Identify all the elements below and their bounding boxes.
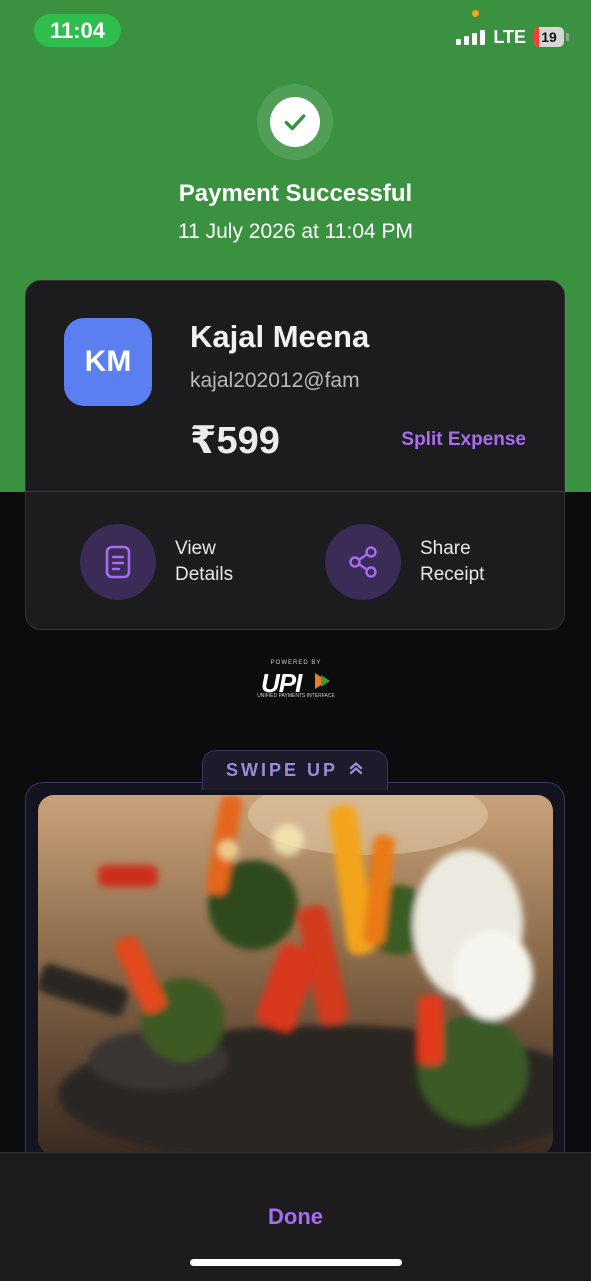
chevrons-up-icon (348, 760, 364, 781)
battery-level: 19 (541, 29, 557, 45)
battery-icon: 19 (534, 27, 564, 47)
payee-name: Kajal Meena (190, 319, 370, 354)
card-divider (26, 491, 564, 492)
split-expense-button[interactable]: Split Expense (401, 429, 526, 451)
promo-video[interactable] (38, 795, 553, 1155)
check-icon (270, 97, 320, 147)
home-indicator[interactable] (190, 1259, 402, 1266)
payment-card: KM Kajal Meena kajal202012@fam ₹599 Spli… (25, 280, 565, 630)
privacy-indicator-dot (472, 10, 479, 17)
share-icon (325, 524, 401, 600)
upi-tagline: UNIFIED PAYMENTS INTERFACE (257, 693, 335, 699)
upi-powered-by: POWERED BY (270, 660, 322, 666)
share-receipt-button[interactable]: Share Receipt (325, 524, 530, 600)
signal-icon (456, 29, 486, 45)
payment-amount: ₹599 (190, 420, 280, 462)
food-image (38, 795, 553, 1155)
status-icons: LTE 19 (456, 22, 569, 52)
status-time: 11:04 (34, 14, 121, 47)
upi-logo: POWERED BY UPI UNIFIED PAYMENTS INTERFAC… (255, 660, 337, 700)
view-details-label: View Details (175, 538, 234, 585)
document-icon (80, 524, 156, 600)
swipe-up-handle[interactable]: SWIPE UP (202, 750, 388, 790)
payee-upi-id: kajal202012@fam (190, 369, 360, 392)
avatar: KM (64, 318, 152, 406)
payment-status-title: Payment Successful (178, 180, 413, 207)
payment-datetime: 11 July 2026 at 11:04 PM (177, 220, 414, 243)
swipe-up-label: SWIPE UP (225, 760, 338, 780)
network-type: LTE (493, 26, 526, 47)
done-button[interactable]: Done (0, 1204, 591, 1230)
share-receipt-label: Share Receipt (420, 538, 485, 585)
view-details-button[interactable]: View Details (80, 524, 285, 600)
